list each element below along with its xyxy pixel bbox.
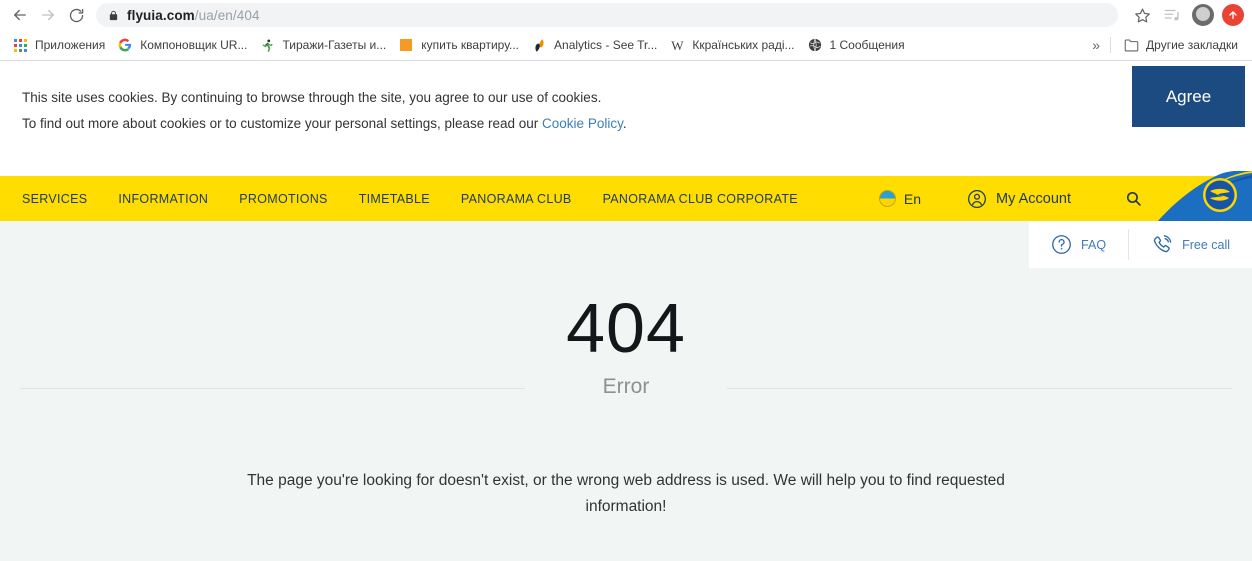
profile-avatar[interactable] xyxy=(1192,4,1214,26)
cookie-text-line-2: To find out more about cookies or to cus… xyxy=(22,111,1252,137)
update-arrow-icon[interactable] xyxy=(1222,4,1244,26)
error-subtitle-row: Error xyxy=(0,375,1252,405)
search-icon[interactable] xyxy=(1125,190,1142,207)
bookmark-label: Компоновщик UR... xyxy=(140,38,248,52)
runner-icon xyxy=(259,37,275,53)
forward-arrow-icon[interactable] xyxy=(34,3,62,27)
nav-right-group: En My Account xyxy=(878,189,1142,209)
other-bookmarks-folder[interactable]: Другие закладки xyxy=(1119,34,1246,56)
bookmark-label: Analytics - See Tr... xyxy=(554,38,658,52)
phone-ring-icon xyxy=(1151,234,1173,256)
error-code: 404 xyxy=(566,289,686,367)
page-content: This site uses cookies. By continuing to… xyxy=(0,61,1252,561)
my-account-link[interactable]: My Account xyxy=(967,189,1071,209)
free-call-link[interactable]: Free call xyxy=(1129,221,1252,268)
bookmark-apps[interactable]: Приложения xyxy=(8,34,113,56)
ukraine-flag-icon xyxy=(878,190,896,207)
back-arrow-icon[interactable] xyxy=(6,3,34,27)
bookmark-item-3[interactable]: Analytics - See Tr... xyxy=(527,34,665,56)
cookie-consent-banner: This site uses cookies. By continuing to… xyxy=(0,61,1252,176)
language-label: En xyxy=(903,190,922,207)
reading-list-icon[interactable] xyxy=(1158,3,1186,27)
faq-link[interactable]: FAQ xyxy=(1029,221,1128,268)
nav-item-promotions[interactable]: PROMOTIONS xyxy=(239,192,327,206)
nav-item-information[interactable]: INFORMATION xyxy=(118,192,208,206)
globe-icon xyxy=(807,37,823,53)
bookmark-label: 1 Сообщения xyxy=(829,38,905,52)
bookmarks-divider xyxy=(1110,37,1112,53)
bookmark-label: купить квартиру... xyxy=(421,38,520,52)
browser-toolbar: flyuia.com/ua/en/404 xyxy=(0,0,1252,30)
orange-square-icon xyxy=(398,37,414,53)
google-g-icon xyxy=(117,37,133,53)
bookmarks-bar: Приложения Компоновщик UR... Тиражи-Газе… xyxy=(0,30,1252,61)
site-navigation-bar: SERVICES INFORMATION PROMOTIONS TIMETABL… xyxy=(0,171,1252,221)
nav-item-panorama-club-corporate[interactable]: PANORAMA CLUB CORPORATE xyxy=(603,192,798,206)
agree-button[interactable]: Agree xyxy=(1132,66,1245,127)
language-switcher[interactable]: En xyxy=(878,190,922,207)
divider-right xyxy=(727,388,1232,389)
bookmark-label: Тиражи-Газеты и... xyxy=(282,38,387,52)
error-message: The page you're looking for doesn't exis… xyxy=(247,472,1005,515)
bookmark-item-2[interactable]: купить квартиру... xyxy=(394,34,527,56)
reload-icon[interactable] xyxy=(62,3,90,27)
star-icon[interactable] xyxy=(1128,3,1156,27)
bookmark-item-5[interactable]: 1 Сообщения xyxy=(803,34,913,56)
error-subtitle: Error xyxy=(602,375,650,398)
uia-tail-logo xyxy=(1140,171,1252,221)
bookmark-item-4[interactable]: W Ккраїнських раді... xyxy=(665,34,802,56)
url-text: flyuia.com/ua/en/404 xyxy=(127,8,260,23)
folder-icon xyxy=(1123,37,1139,53)
bookmark-item-0[interactable]: Компоновщик UR... xyxy=(113,34,255,56)
divider-left xyxy=(20,388,525,389)
faq-label: FAQ xyxy=(1081,237,1107,252)
apps-grid-icon xyxy=(12,37,28,53)
wikipedia-w-icon: W xyxy=(671,37,684,53)
browser-chrome: flyuia.com/ua/en/404 Приложения Компонов… xyxy=(0,0,1252,61)
bookmark-label: Другие закладки xyxy=(1146,38,1238,52)
my-account-label: My Account xyxy=(996,190,1071,207)
question-circle-icon xyxy=(1051,234,1072,255)
lock-icon xyxy=(108,9,119,22)
help-panel: FAQ Free call xyxy=(1029,221,1252,268)
user-circle-icon xyxy=(967,189,987,209)
cookie-text-line-1: This site uses cookies. By continuing to… xyxy=(22,90,602,105)
bookmark-label: Ккраїнських раді... xyxy=(692,38,795,52)
nav-item-timetable[interactable]: TIMETABLE xyxy=(359,192,430,206)
bookmarks-overflow-button[interactable]: » xyxy=(1082,37,1110,53)
cookie-policy-link[interactable]: Cookie Policy xyxy=(542,116,623,131)
cookie-text-suffix: . xyxy=(622,116,627,131)
analytics-icon xyxy=(531,37,547,53)
nav-item-panorama-club[interactable]: PANORAMA CLUB xyxy=(461,192,572,206)
bookmark-label: Приложения xyxy=(35,38,106,52)
nav-item-services[interactable]: SERVICES xyxy=(22,192,87,206)
url-path: /ua/en/404 xyxy=(194,7,260,23)
free-call-label: Free call xyxy=(1182,237,1230,252)
address-bar[interactable]: flyuia.com/ua/en/404 xyxy=(96,3,1118,27)
bookmark-item-1[interactable]: Тиражи-Газеты и... xyxy=(255,34,394,56)
url-host: flyuia.com xyxy=(127,7,195,23)
cookie-text-prefix: To find out more about cookies or to cus… xyxy=(22,116,543,131)
